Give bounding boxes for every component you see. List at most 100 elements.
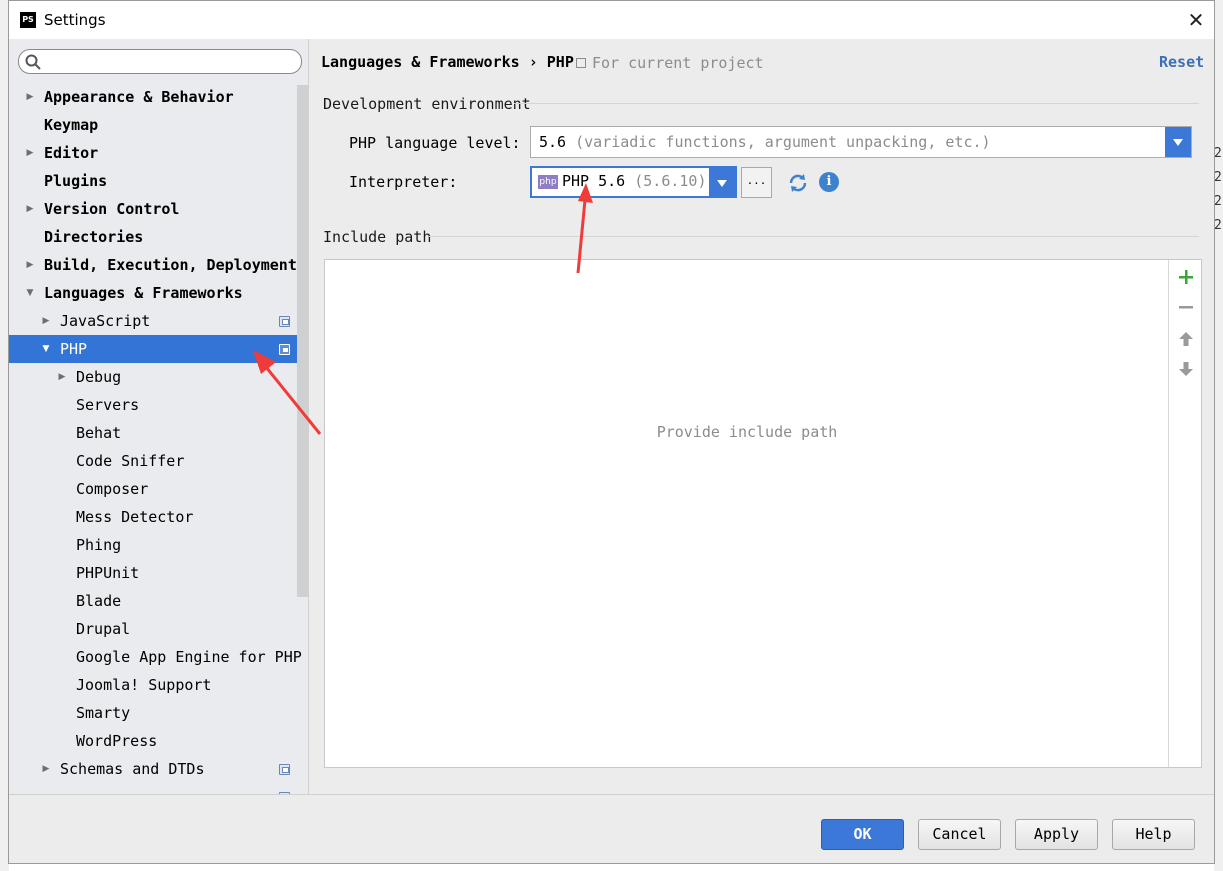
sidebar-item-label: Languages & Frameworks — [44, 284, 243, 302]
php-icon: php — [538, 175, 558, 189]
chevron-down-icon[interactable] — [709, 168, 735, 196]
sidebar-item-label: JavaScript — [60, 312, 151, 330]
expand-arrow-icon[interactable]: ▶ — [39, 755, 53, 783]
sidebar-item[interactable]: Mess Detector — [9, 503, 308, 531]
language-level-dropdown[interactable]: 5.6 (variadic functions, argument unpack… — [530, 126, 1192, 158]
sidebar-item[interactable]: ▼ Languages & Frameworks — [9, 279, 308, 307]
move-down-icon[interactable] — [1177, 360, 1195, 378]
sidebar-item[interactable]: Google App Engine for PHP — [9, 643, 308, 671]
sidebar-item-label: Appearance & Behavior — [44, 88, 234, 106]
sidebar-item[interactable]: ▶ Version Control — [9, 195, 308, 223]
sidebar-item-label: Plugins — [44, 172, 108, 190]
reset-link[interactable]: Reset — [1159, 53, 1204, 71]
sidebar-item-label: Keymap — [44, 116, 99, 134]
ok-button[interactable]: OK — [821, 819, 904, 850]
expand-arrow-icon[interactable]: ▶ — [39, 307, 53, 335]
collapse-arrow-icon[interactable]: ▼ — [23, 279, 37, 307]
help-button[interactable]: Help — [1112, 819, 1195, 850]
background-window-right: 2 2 2 2 — [1214, 0, 1223, 871]
background-text: 2 — [1214, 146, 1222, 161]
window-title: Settings — [44, 11, 106, 29]
expand-arrow-icon[interactable]: ▶ — [23, 251, 37, 279]
breadcrumb: Languages & Frameworks › PHP — [321, 53, 574, 71]
sidebar-item-label: Composer — [76, 480, 149, 498]
sidebar-item[interactable]: Blade — [9, 587, 308, 615]
title-bar[interactable]: PS Settings ✕ — [9, 1, 1214, 39]
sidebar-item[interactable]: Plugins — [9, 167, 308, 195]
language-level-value: 5.6 (variadic functions, argument unpack… — [539, 133, 991, 151]
sidebar-item-label: Smarty — [76, 704, 131, 722]
sidebar-item[interactable]: ▶ Debug — [9, 363, 308, 391]
section-include-path: Include path — [323, 228, 432, 246]
phpstorm-app-icon: PS — [20, 12, 36, 28]
sidebar-item[interactable]: Drupal — [9, 615, 308, 643]
search-icon — [25, 54, 41, 70]
project-scope-icon — [576, 58, 586, 68]
background-text: 2 — [1214, 218, 1222, 233]
refresh-icon[interactable] — [787, 172, 809, 194]
sidebar-item-label: Code Sniffer — [76, 452, 185, 470]
interpreter-dropdown[interactable]: php PHP 5.6 (5.6.10) — [530, 166, 737, 198]
sidebar-item[interactable]: Code Sniffer — [9, 447, 308, 475]
sidebar-item[interactable]: ▶ Appearance & Behavior — [9, 83, 308, 111]
info-icon[interactable]: i — [819, 172, 839, 192]
expand-arrow-icon[interactable]: ▶ — [55, 363, 69, 391]
background-text: 2 — [1214, 194, 1222, 209]
add-icon[interactable] — [1177, 268, 1195, 286]
sidebar-item[interactable] — [9, 783, 308, 794]
sidebar-item[interactable]: Behat — [9, 419, 308, 447]
move-up-icon[interactable] — [1177, 330, 1195, 348]
sidebar-item[interactable]: Phing — [9, 531, 308, 559]
sidebar-item-label: Mess Detector — [76, 508, 194, 526]
sidebar-item-label: Behat — [76, 424, 122, 442]
dialog-footer: OK Cancel Apply Help — [9, 794, 1214, 863]
breadcrumb-separator: › — [528, 53, 538, 71]
sidebar-item-label: Joomla! Support — [76, 676, 212, 694]
sidebar-item-label: PHP — [60, 340, 88, 358]
sidebar-item[interactable]: ▶ JavaScript — [9, 307, 308, 335]
sidebar-scrollbar[interactable] — [297, 85, 308, 597]
sidebar-item[interactable]: Keymap — [9, 111, 308, 139]
sidebar-item[interactable]: PHPUnit — [9, 559, 308, 587]
sidebar-item-label: Servers — [76, 396, 140, 414]
settings-dialog: PS Settings ✕ ▶ Appearance & Behavior Keym… — [8, 0, 1215, 864]
apply-button[interactable]: Apply — [1015, 819, 1098, 850]
interpreter-label: Interpreter: — [349, 173, 458, 191]
sidebar-item-label: Build, Execution, Deployment — [44, 256, 297, 274]
search-input[interactable] — [18, 49, 302, 74]
sidebar-item[interactable]: Servers — [9, 391, 308, 419]
include-path-empty-text: Provide include path — [656, 423, 838, 441]
section-divider — [514, 103, 1199, 104]
sidebar-item[interactable]: ▶ Editor — [9, 139, 308, 167]
sidebar-item-label: Schemas and DTDs — [60, 760, 205, 778]
sidebar-item[interactable]: Smarty — [9, 699, 308, 727]
interpreter-value: PHP 5.6 (5.6.10) — [562, 172, 707, 190]
expand-arrow-icon[interactable]: ▶ — [23, 139, 37, 167]
sidebar-item-label: Version Control — [44, 200, 180, 218]
sidebar-item-label: Google App Engine for PHP — [76, 648, 302, 666]
sidebar-item[interactable]: Joomla! Support — [9, 671, 308, 699]
sidebar-item[interactable]: WordPress — [9, 727, 308, 755]
sidebar-item[interactable]: Composer — [9, 475, 308, 503]
sidebar-item[interactable]: ▶ Schemas and DTDs — [9, 755, 308, 783]
cancel-button[interactable]: Cancel — [918, 819, 1001, 850]
expand-arrow-icon[interactable]: ▶ — [23, 195, 37, 223]
sidebar-item-label: Debug — [76, 368, 122, 386]
language-level-label: PHP language level: — [349, 134, 521, 152]
collapse-arrow-icon[interactable]: ▼ — [39, 335, 53, 363]
browse-interpreter-button[interactable]: ... — [741, 167, 772, 198]
project-scope-icon — [279, 764, 290, 775]
close-icon[interactable]: ✕ — [1182, 6, 1210, 34]
sidebar-item[interactable]: ▼ PHP — [9, 335, 308, 363]
language-level-description: (variadic functions, argument unpacking,… — [575, 133, 991, 151]
sidebar-item[interactable]: ▶ Build, Execution, Deployment — [9, 251, 308, 279]
include-path-list[interactable]: Provide include path — [325, 260, 1169, 767]
breadcrumb-current: PHP — [546, 53, 574, 71]
settings-sidebar: ▶ Appearance & Behavior Keymap ▶ Editor Plugi… — [9, 39, 309, 794]
expand-arrow-icon[interactable]: ▶ — [23, 83, 37, 111]
sidebar-item[interactable]: Directories — [9, 223, 308, 251]
remove-icon[interactable] — [1177, 298, 1195, 316]
chevron-down-icon[interactable] — [1165, 127, 1191, 157]
sidebar-item-label: Drupal — [76, 620, 131, 638]
section-divider — [429, 236, 1199, 237]
